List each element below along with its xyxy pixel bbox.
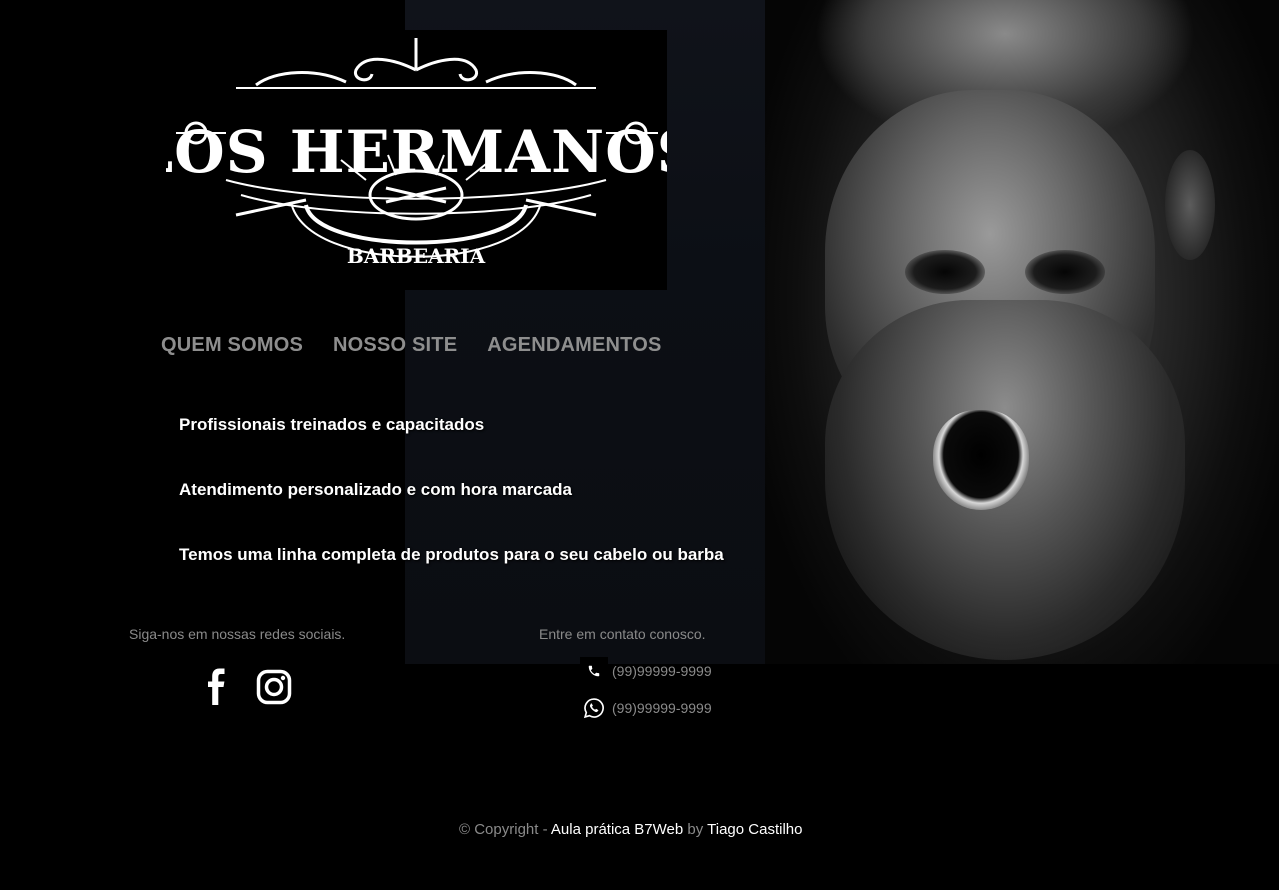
photo-eye-right [1025,250,1105,294]
whatsapp-icon [580,694,608,722]
social-title: Siga-nos em nossas redes sociais. [129,626,346,642]
contact-phone-row: (99)99999-9999 [580,657,712,685]
logo-emblem: LOS HERMANOS BARBEARIA [166,38,667,268]
contact-phone-number[interactable]: (99)99999-9999 [612,663,712,679]
photo-ear [1165,150,1215,260]
nav-item-quem-somos[interactable]: QUEM SOMOS [161,334,303,357]
contact-whatsapp-number[interactable]: (99)99999-9999 [612,700,712,716]
logo: LOS HERMANOS BARBEARIA [166,30,667,290]
bearded-man-photo [765,0,1279,664]
photo-eye-left [905,250,985,294]
facebook-icon[interactable] [200,668,234,711]
nav-item-nosso-site[interactable]: NOSSO SITE [333,334,457,357]
nav-item-agendamentos[interactable]: AGENDAMENTOS [487,334,661,357]
contact-whatsapp-row: (99)99999-9999 [580,694,712,722]
logo-name-text: LOS HERMANOS [166,118,667,186]
social-icons [200,668,292,711]
copyright-footer: © Copyright - Aula prática B7Web by Tiag… [459,821,802,838]
logo-subtitle-text: BARBEARIA [347,244,486,268]
feature-text-product-line: Temos uma linha completa de produtos par… [179,545,724,564]
photo-mouth [933,410,1029,510]
course-link[interactable]: Aula prática B7Web [551,821,683,838]
instagram-icon[interactable] [256,669,292,710]
copyright-by: by [683,821,708,838]
contact-title: Entre em contato conosco. [539,626,706,642]
author-link[interactable]: Tiago Castilho [707,821,802,838]
phone-icon [580,657,608,685]
feature-text-trained-professionals: Profissionais treinados e capacitados [179,415,485,434]
feature-text-personalized-service: Atendimento personalizado e com hora mar… [179,480,572,499]
main-nav: QUEM SOMOS NOSSO SITE AGENDAMENTOS [161,334,662,357]
copyright-prefix: © Copyright - [459,821,551,838]
